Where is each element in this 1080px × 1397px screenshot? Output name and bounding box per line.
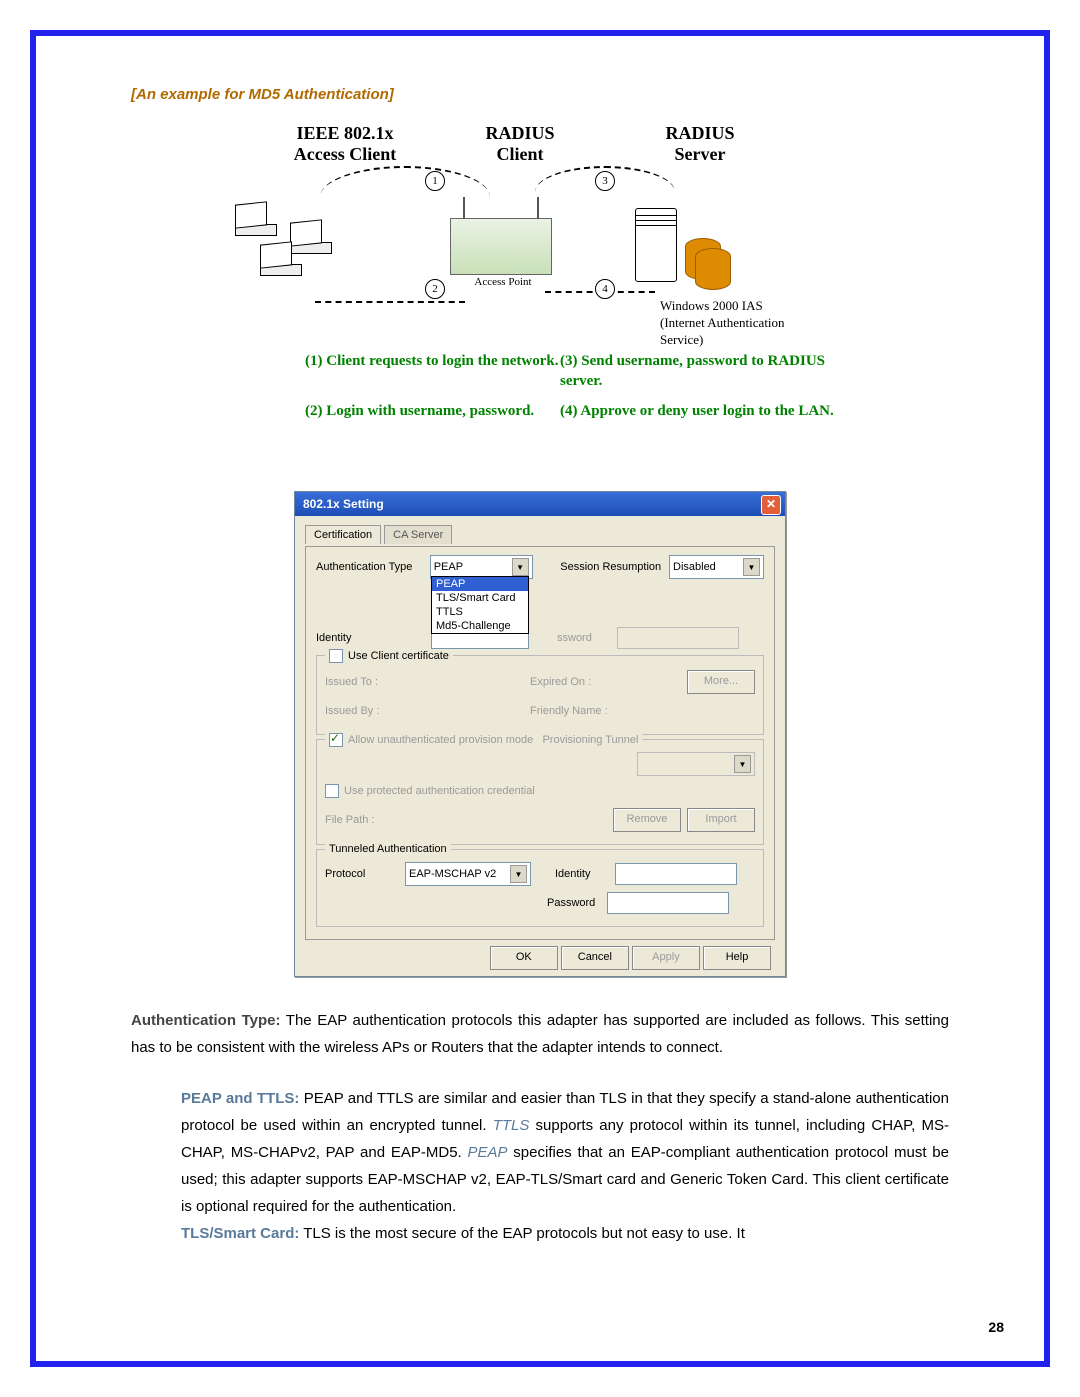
server-icon (635, 208, 677, 282)
chevron-down-icon: ▼ (734, 755, 751, 773)
label-friendly-name: Friendly Name : (530, 705, 630, 717)
tunneled-auth-group: Tunneled Authentication Protocol EAP-MSC… (316, 849, 764, 927)
example-heading: [An example for MD5 Authentication] (131, 86, 949, 103)
label-tunneled-auth: Tunneled Authentication (325, 843, 451, 855)
label-use-protected: Use protected authentication credential (344, 785, 535, 797)
label-allow-provision: Allow unauthenticated provision mode (348, 734, 533, 746)
peap-inline: PEAP (468, 1144, 508, 1161)
label-use-client-cert: Use Client certificate (348, 650, 449, 662)
protocol-value: EAP-MSCHAP v2 (409, 868, 496, 880)
tab-certification[interactable]: Certification (305, 525, 381, 544)
help-button[interactable]: Help (703, 946, 771, 970)
close-icon[interactable]: ✕ (761, 495, 781, 515)
peap-ttls-paragraph: PEAP and TTLS: PEAP and TTLS are similar… (131, 1085, 949, 1220)
diagram-title-radius-client: RADIUS Client (445, 123, 595, 165)
page-number: 28 (988, 1319, 1004, 1335)
chevron-down-icon[interactable]: ▼ (743, 558, 760, 576)
ok-button[interactable]: OK (490, 946, 558, 970)
ttls-inline: TTLS (493, 1117, 530, 1134)
peap-ttls-title: PEAP and TTLS: (181, 1090, 299, 1107)
provision-group: Allow unauthenticated provision mode Pro… (316, 739, 764, 845)
access-point-label: Access Point (448, 276, 558, 288)
password2-input[interactable] (607, 892, 729, 914)
dialog-title: 802.1x Setting (303, 497, 384, 511)
disk-icon (695, 248, 731, 290)
tls-title: TLS/Smart Card: (181, 1225, 299, 1242)
label-expired-on: Expired On : (530, 676, 630, 688)
label-issued-to: Issued To : (325, 676, 440, 688)
label-auth-type: Authentication Type (316, 561, 430, 573)
label-prov-tunnel: Provisioning Tunnel (542, 734, 638, 746)
diagram-step-4: (4) Approve or deny user login to the LA… (560, 401, 840, 421)
more-button: More... (687, 670, 755, 694)
dropdown-opt-tls[interactable]: TLS/Smart Card (432, 591, 528, 605)
tab-ca-server[interactable]: CA Server (384, 525, 452, 544)
diagram-num-1: 1 (425, 171, 445, 191)
laptop-icon (260, 243, 305, 273)
diagram-step-3: (3) Send username, password to RADIUS se… (560, 351, 840, 391)
diagram-title-radius-server: RADIUS Server (625, 123, 775, 165)
allow-provision-checkbox[interactable] (329, 733, 343, 747)
provision-tunnel-select: ▼ (637, 752, 755, 776)
tls-paragraph: TLS/Smart Card: TLS is the most secure o… (131, 1220, 949, 1247)
auth-type-lead: Authentication Type: (131, 1012, 280, 1029)
protocol-select[interactable]: EAP-MSCHAP v2 ▼ (405, 862, 531, 886)
cancel-button[interactable]: Cancel (561, 946, 629, 970)
auth-type-dropdown[interactable]: PEAP TLS/Smart Card TTLS Md5-Challenge (431, 576, 529, 634)
label-file-path: File Path : (325, 814, 395, 826)
label-issued-by: Issued By : (325, 705, 440, 717)
remove-button: Remove (613, 808, 681, 832)
diagram-num-4: 4 (595, 279, 615, 299)
label-password-masked: ssword (557, 632, 617, 644)
diagram-title-client: IEEE 802.1x Access Client (270, 123, 420, 165)
diagram-step-2: (2) Login with username, password. (305, 401, 565, 421)
tls-text-1: TLS is the most secure of the EAP protoc… (299, 1225, 745, 1242)
session-resumption-value: Disabled (673, 561, 716, 573)
client-cert-group: Use Client certificate Issued To : Expir… (316, 655, 764, 735)
laptop-icon (235, 203, 280, 233)
diagram-num-3: 3 (595, 171, 615, 191)
import-button: Import (687, 808, 755, 832)
dropdown-opt-peap[interactable]: PEAP (432, 577, 528, 591)
md5-auth-diagram: IEEE 802.1x Access Client RADIUS Client … (230, 123, 850, 463)
server-label: Windows 2000 IAS (Internet Authenticatio… (660, 297, 785, 348)
label-session-resumption: Session Resumption (560, 561, 669, 573)
identity2-input[interactable] (615, 863, 737, 885)
dialog-titlebar: 802.1x Setting ✕ (295, 492, 785, 516)
label-password2: Password (547, 897, 607, 909)
access-point-icon (450, 218, 552, 275)
use-client-cert-checkbox[interactable] (329, 649, 343, 663)
dropdown-opt-ttls[interactable]: TTLS (432, 605, 528, 619)
dashed-line-2 (315, 301, 465, 303)
auth-type-value: PEAP (434, 561, 463, 573)
apply-button: Apply (632, 946, 700, 970)
use-protected-checkbox[interactable] (325, 784, 339, 798)
password-input-disabled (617, 627, 739, 649)
diagram-num-2: 2 (425, 279, 445, 299)
auth-type-paragraph: Authentication Type: The EAP authenticat… (131, 1007, 949, 1061)
session-resumption-select[interactable]: Disabled ▼ (669, 555, 764, 579)
chevron-down-icon[interactable]: ▼ (510, 865, 527, 883)
dropdown-opt-md5[interactable]: Md5-Challenge (432, 619, 528, 633)
chevron-down-icon[interactable]: ▼ (512, 558, 529, 576)
8021x-setting-dialog: 802.1x Setting ✕ Certification CA Server… (294, 491, 786, 977)
label-identity: Identity (316, 632, 431, 644)
label-identity2: Identity (555, 868, 615, 880)
label-protocol: Protocol (325, 868, 405, 880)
diagram-step-1: (1) Client requests to login the network… (305, 351, 565, 371)
